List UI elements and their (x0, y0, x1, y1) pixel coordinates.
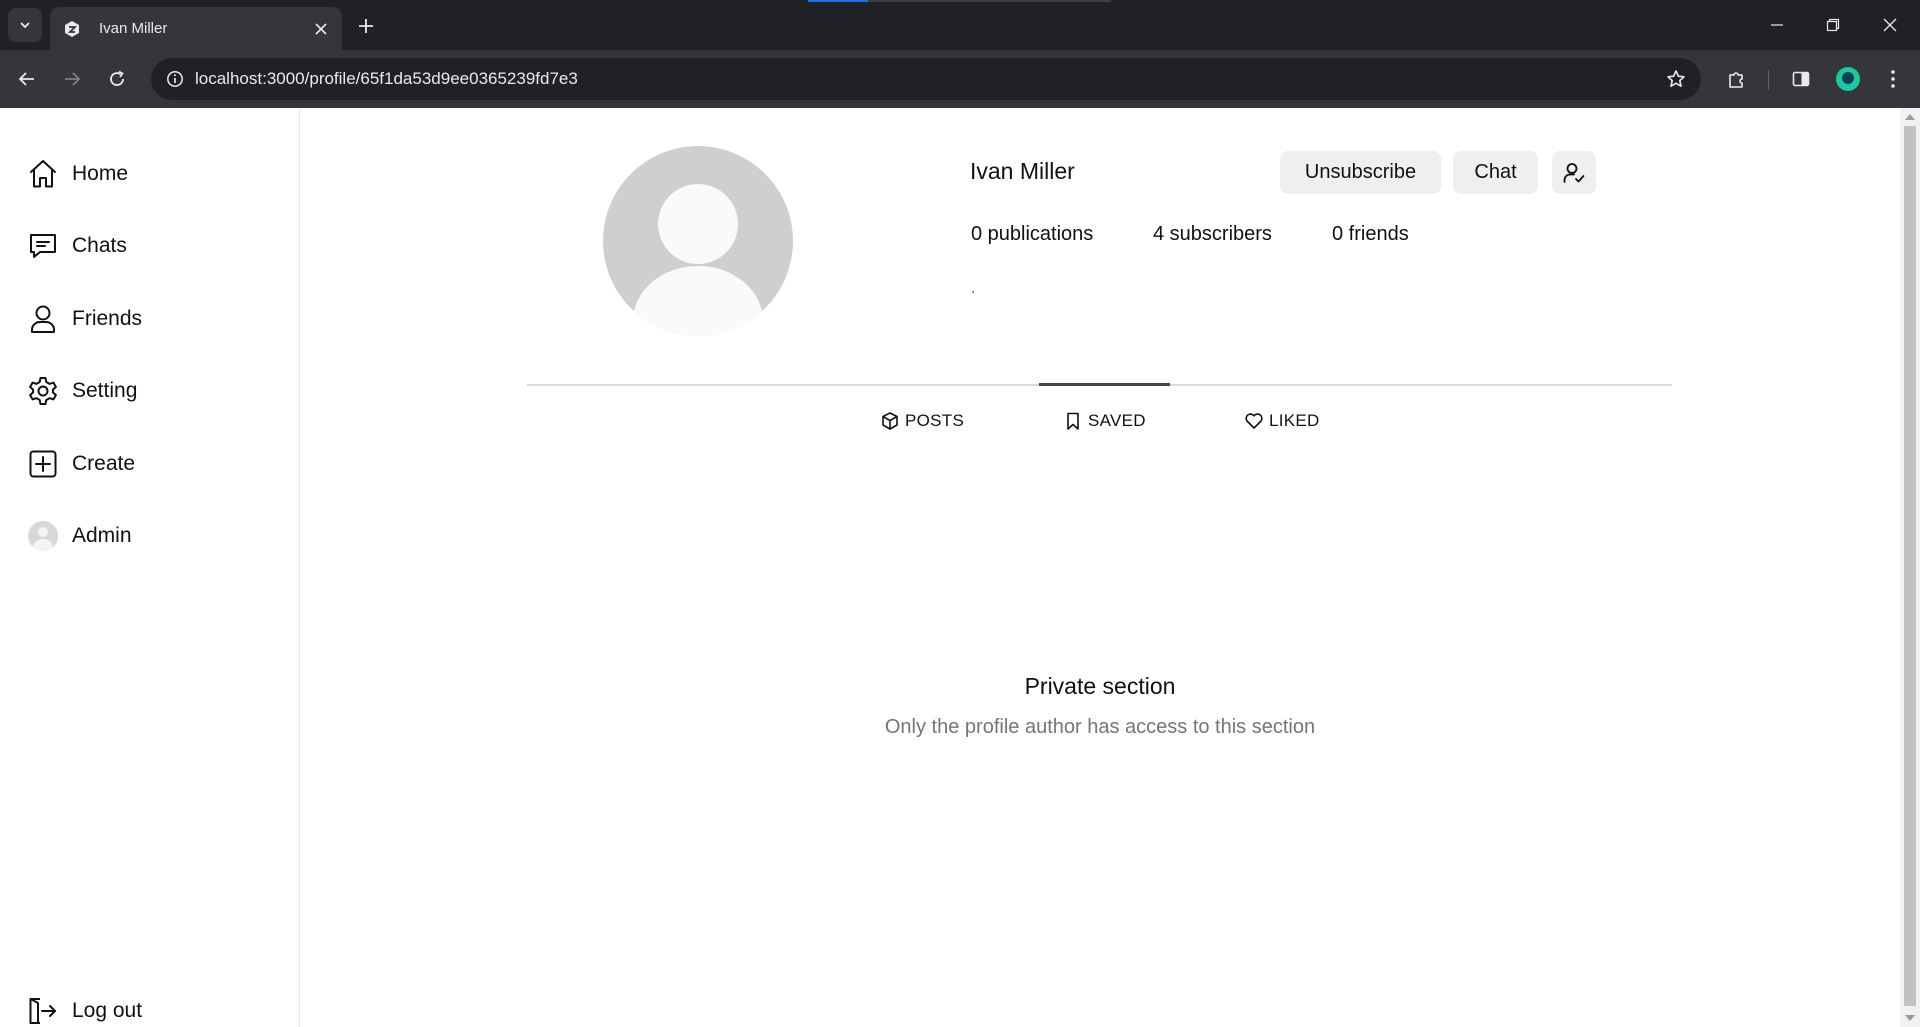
profile-bio: . (971, 280, 976, 297)
logout-button[interactable]: Log out (26, 989, 142, 1027)
close-tab-icon[interactable] (310, 18, 332, 40)
scroll-up-arrow-icon[interactable] (1905, 114, 1915, 120)
private-section-subtitle: Only the profile author has access to th… (884, 716, 1316, 738)
home-icon (26, 157, 60, 191)
private-section-title: Private section (1024, 673, 1176, 699)
minimize-button[interactable] (1754, 8, 1800, 42)
tab-label: LIKED (1269, 411, 1320, 430)
arrow-right-icon (65, 72, 81, 86)
restore-icon (1826, 18, 1840, 32)
minimize-icon (1771, 24, 1783, 26)
tab-posts[interactable]: POSTS (880, 408, 964, 434)
browser-tab[interactable]: Ivan Miller (50, 7, 342, 50)
bookmark-icon (1063, 411, 1083, 431)
sidebar-item-setting[interactable]: Setting (26, 369, 137, 413)
tab-search-button[interactable] (8, 8, 42, 42)
scroll-down-arrow-icon[interactable] (1905, 1015, 1915, 1021)
sidebar-item-label: Setting (72, 379, 138, 402)
logout-label: Log out (72, 999, 143, 1022)
arrow-left-icon (18, 72, 34, 86)
restore-button[interactable] (1810, 8, 1856, 42)
back-button[interactable] (10, 62, 44, 96)
page-scrollbar[interactable] (1900, 108, 1920, 1027)
chevron-down-icon (20, 22, 30, 29)
profile-avatar (1836, 67, 1860, 91)
tab-title: Ivan Miller (99, 20, 168, 37)
logout-icon (26, 994, 60, 1027)
tab-loading-indicator (808, 0, 1111, 2)
sidebar-item-friends[interactable]: Friends (26, 297, 142, 341)
user-check-icon (1563, 162, 1585, 183)
tab-saved[interactable]: SAVED (1063, 408, 1146, 434)
browser-menu-button[interactable] (1876, 62, 1910, 96)
avatar-head-shape (658, 184, 738, 264)
chat-icon (26, 229, 60, 263)
sidebar-item-label: Create (72, 452, 136, 475)
plus-icon (359, 19, 373, 33)
url-text[interactable]: localhost:3000/profile/65f1da53d9ee03652… (195, 69, 578, 89)
cube-icon (880, 411, 900, 431)
publications-count[interactable]: 0 publications (971, 223, 1093, 246)
profile-main (301, 108, 1900, 1027)
site-info-icon[interactable] (155, 58, 195, 100)
close-icon (1883, 18, 1897, 32)
sidebar-item-label: Chats (72, 234, 127, 257)
avatar (28, 521, 58, 551)
scrollbar-thumb[interactable] (1904, 126, 1916, 1006)
side-panel-icon (1792, 71, 1810, 87)
avatar-body-shape (633, 266, 763, 336)
new-tab-button[interactable] (352, 12, 380, 40)
extensions-button[interactable] (1719, 62, 1753, 96)
sidebar-item-label: Home (72, 162, 129, 185)
kebab-menu-icon (1891, 70, 1895, 88)
subscribers-count[interactable]: 4 subscribers (1153, 223, 1272, 246)
sidebar-item-label: Friends (72, 307, 143, 330)
browser-toolbar: localhost:3000/profile/65f1da53d9ee03652… (0, 50, 1920, 108)
sidebar-item-chats[interactable]: Chats (26, 224, 127, 268)
tab-liked[interactable]: LIKED (1244, 408, 1320, 434)
sidebar-item-home[interactable]: Home (26, 152, 128, 196)
plus-square-icon (26, 447, 60, 481)
gear-icon (26, 374, 60, 408)
active-tab-indicator (1039, 383, 1170, 386)
app-favicon-icon (62, 19, 82, 39)
profile-avatar-large (603, 146, 793, 336)
profile-button[interactable] (1831, 62, 1865, 96)
admin-avatar-wrap (26, 519, 60, 553)
reload-icon (110, 70, 124, 86)
sidebar-item-admin[interactable]: Admin (26, 514, 132, 558)
friends-count[interactable]: 0 friends (1332, 223, 1409, 246)
heart-icon (1244, 411, 1264, 431)
puzzle-icon (1729, 72, 1743, 88)
user-icon (26, 302, 60, 336)
sidebar: Home Chats Friends Setting Create Admin (0, 108, 300, 1027)
sidebar-item-create[interactable]: Create (26, 442, 135, 486)
friend-request-button[interactable] (1552, 151, 1596, 194)
bookmark-star-icon[interactable] (1663, 66, 1689, 92)
unsubscribe-button[interactable]: Unsubscribe (1280, 151, 1441, 194)
reload-button[interactable] (100, 62, 134, 96)
toolbar-divider (1768, 70, 1769, 90)
browser-tab-bar: Ivan Miller (0, 0, 1920, 50)
forward-button[interactable] (55, 62, 89, 96)
tab-label: SAVED (1088, 411, 1146, 430)
address-bar[interactable]: localhost:3000/profile/65f1da53d9ee03652… (151, 58, 1701, 100)
close-window-button[interactable] (1867, 8, 1913, 42)
profile-name: Ivan Miller (970, 158, 1075, 184)
chat-button[interactable]: Chat (1453, 151, 1538, 194)
tab-label: POSTS (905, 411, 965, 430)
side-panel-button[interactable] (1784, 62, 1818, 96)
sidebar-item-label: Admin (72, 524, 132, 547)
